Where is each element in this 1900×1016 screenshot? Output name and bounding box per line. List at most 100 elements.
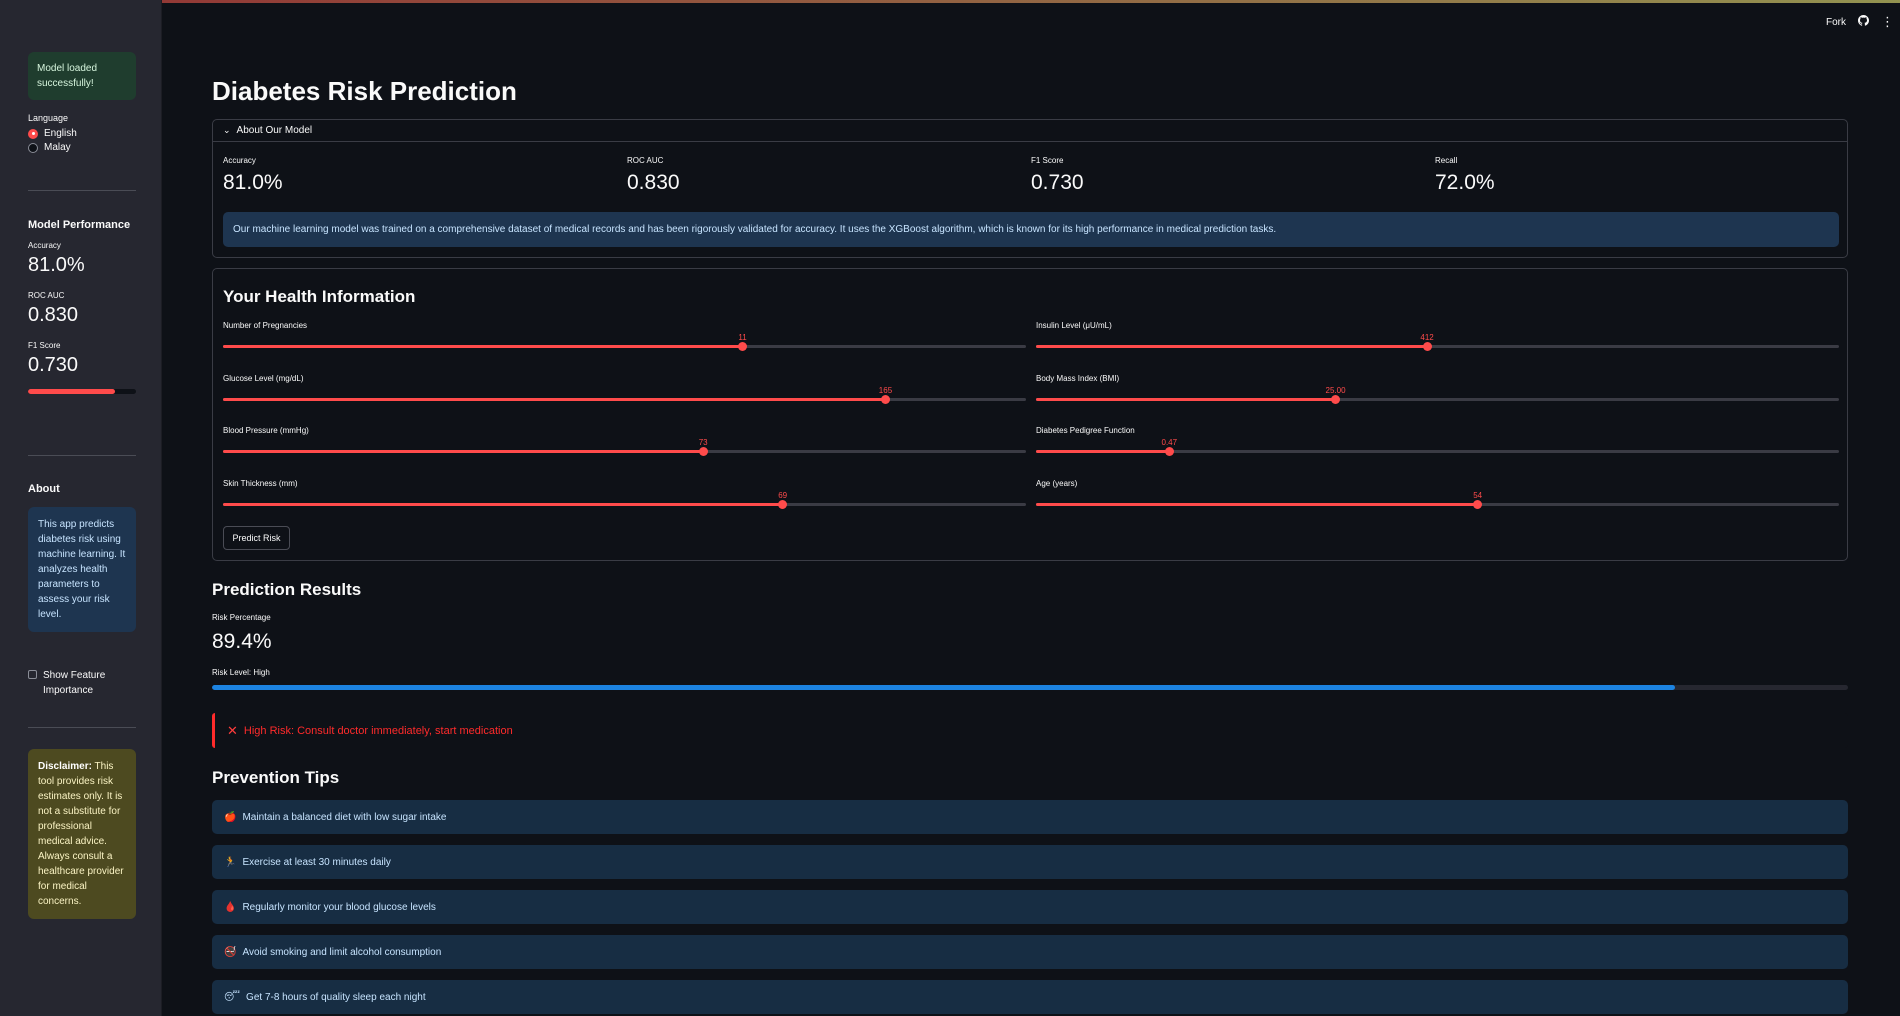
model-status-alert: Model loaded successfully! (28, 52, 136, 100)
risk-progress-fill (212, 685, 1675, 690)
slider-value: 54 (1473, 491, 1483, 500)
slider-track[interactable]: 73 (223, 438, 1026, 456)
health-information-form: Your Health Information Number of Pregna… (212, 268, 1848, 561)
slider-label: Insulin Level (μU/mL) (1036, 321, 1112, 330)
tip-text: Avoid smoking and limit alcohol consumpt… (242, 946, 442, 958)
slider-age[interactable]: Age (years) 54 (1036, 479, 1839, 519)
chevron-down-icon: ⌄ (223, 125, 231, 135)
slider-value: 11 (738, 333, 747, 342)
page-title: Diabetes Risk Prediction (212, 76, 517, 106)
slider-thumb[interactable] (738, 342, 748, 351)
slider-label: Blood Pressure (mmHg) (223, 426, 309, 435)
f1-score-value: 0.730 (28, 354, 79, 376)
github-icon[interactable] (1858, 15, 1869, 29)
tip-text: Exercise at least 30 minutes daily (242, 856, 391, 868)
feature-importance-checkbox[interactable]: Show Feature Importance (28, 668, 136, 698)
accuracy-value: 81.0% (28, 254, 85, 276)
slider-track[interactable]: 25.00 (1036, 386, 1839, 404)
slider-insulin[interactable]: Insulin Level (μU/mL) 412 (1036, 321, 1839, 361)
slider-fill (223, 450, 704, 453)
slider-fill (223, 345, 743, 348)
kebab-menu-icon[interactable]: ⋮ (1881, 15, 1894, 28)
risk-percentage-value: 89.4% (212, 630, 272, 653)
slider-track[interactable]: 412 (1036, 333, 1839, 351)
prevention-tip: 🍎 Maintain a balanced diet with low suga… (212, 800, 1848, 834)
slider-thumb[interactable] (1422, 342, 1432, 351)
checkbox-icon[interactable] (28, 670, 37, 679)
high-risk-alert-text: High Risk: Consult doctor immediately, s… (243, 724, 513, 737)
slider-blood-pressure[interactable]: Blood Pressure (mmHg) 73 (223, 426, 1026, 466)
slider-fill (223, 398, 886, 401)
slider-thumb[interactable] (1473, 500, 1483, 509)
high-risk-alert: ✕ High Risk: Consult doctor immediately,… (212, 713, 1848, 748)
slider-label: Number of Pregnancies (223, 321, 308, 330)
slider-skin-thickness[interactable]: Skin Thickness (mm) 69 (223, 479, 1026, 519)
error-x-icon: ✕ (227, 722, 238, 738)
roc-auc-label: ROC AUC (28, 291, 65, 300)
prevention-tip: 🩸 Regularly monitor your blood glucose l… (212, 890, 1848, 924)
fork-button[interactable]: Fork (1826, 17, 1846, 28)
disclaimer-box: Disclaimer: This tool provides risk esti… (28, 749, 136, 919)
slider-thumb[interactable] (880, 395, 890, 404)
slider-track[interactable]: 54 (1036, 491, 1839, 509)
metric-label: ROC AUC (627, 156, 664, 165)
radio-unselected-icon[interactable] (28, 142, 38, 153)
disclaimer-label: Disclaimer: (38, 761, 92, 772)
slider-track[interactable]: 11 (223, 333, 1026, 351)
radio-selected-icon[interactable] (28, 128, 38, 139)
divider (28, 190, 136, 191)
running-icon: 🏃 (224, 856, 237, 868)
language-option-english[interactable]: English (28, 128, 136, 139)
language-label: Language (28, 113, 69, 123)
tip-text: Get 7-8 hours of quality sleep each nigh… (246, 991, 426, 1003)
slider-track[interactable]: 69 (223, 491, 1026, 509)
no-smoking-icon: 🚭 (224, 946, 237, 958)
performance-progress-fill (28, 389, 116, 394)
slider-label: Glucose Level (mg/dL) (223, 374, 304, 383)
header-decoration-line (0, 0, 1900, 3)
prevention-tip: 🚭 Avoid smoking and limit alcohol consum… (212, 935, 1848, 969)
feature-importance-label: Show Feature Importance (43, 670, 106, 696)
divider (28, 455, 136, 456)
slider-pedigree[interactable]: Diabetes Pedigree Function 0.47 (1036, 426, 1839, 466)
health-form-title: Your Health Information (223, 287, 416, 306)
sleeping-face-icon: 😴 (224, 991, 241, 1003)
about-model-expander-header[interactable]: ⌄ About Our Model (213, 120, 1847, 142)
predict-risk-button[interactable]: Predict Risk (223, 526, 290, 550)
metric-value: 0.830 (627, 171, 680, 194)
language-radio-group: Language English Malay (28, 113, 136, 153)
slider-label: Diabetes Pedigree Function (1036, 426, 1135, 435)
disclaimer-text: This tool provides risk estimates only. … (38, 761, 124, 907)
risk-level-text: Risk Level: High (212, 668, 270, 677)
slider-track[interactable]: 165 (223, 386, 1026, 404)
prevention-tip: 😴 Get 7-8 hours of quality sleep each ni… (212, 980, 1848, 1014)
language-option-malay[interactable]: Malay (28, 142, 136, 153)
about-info-box: This app predicts diabetes risk using ma… (28, 507, 136, 632)
about-title: About (28, 483, 60, 495)
accuracy-label: Accuracy (28, 241, 61, 250)
slider-label: Age (years) (1036, 479, 1078, 488)
slider-fill (223, 503, 783, 506)
slider-value: 69 (778, 491, 788, 500)
slider-pregnancies[interactable]: Number of Pregnancies 11 (223, 321, 1026, 361)
sidebar: Model loaded successfully! Language Engl… (0, 0, 162, 1016)
slider-track[interactable]: 0.47 (1036, 438, 1839, 456)
toolbar: Fork ⋮ (1826, 12, 1900, 32)
divider (28, 727, 136, 728)
metric-value: 81.0% (223, 171, 283, 194)
slider-thumb[interactable] (1331, 395, 1341, 404)
slider-thumb[interactable] (778, 500, 788, 509)
model-performance-section: Model Performance Accuracy 81.0% ROC AUC… (28, 219, 136, 394)
slider-thumb[interactable] (698, 447, 708, 456)
model-performance-title: Model Performance (28, 219, 131, 231)
about-model-expander: ⌄ About Our Model Accuracy 81.0% ROC AUC… (212, 119, 1848, 258)
metric-label: Recall (1435, 156, 1458, 165)
slider-fill (1036, 503, 1478, 506)
slider-thumb[interactable] (1164, 447, 1174, 456)
slider-value: 25.00 (1325, 386, 1346, 395)
language-option-label: English (44, 128, 77, 139)
slider-bmi[interactable]: Body Mass Index (BMI) 25.00 (1036, 374, 1839, 414)
slider-glucose[interactable]: Glucose Level (mg/dL) 165 (223, 374, 1026, 414)
slider-fill (1036, 450, 1170, 453)
model-info-box: Our machine learning model was trained o… (223, 212, 1839, 247)
